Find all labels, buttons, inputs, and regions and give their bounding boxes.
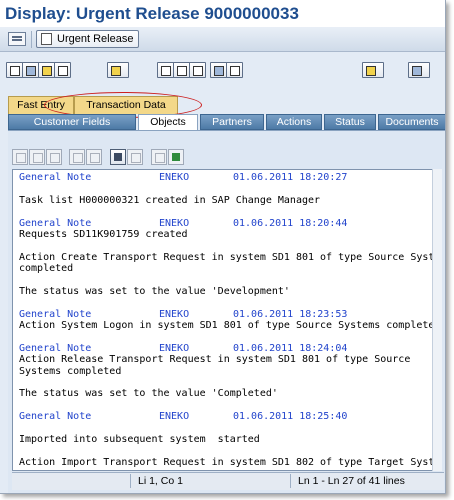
title-bar: Display: Urgent Release 9000000033 [0, 0, 445, 27]
tab-actions[interactable]: Actions [266, 114, 322, 130]
tab-documents[interactable]: Documents [378, 114, 445, 130]
note-type: General Note [19, 308, 92, 320]
log-line: Action Import Transport Request in syste… [19, 456, 440, 468]
note-user: ENEKO [159, 172, 190, 183]
find-icon[interactable] [110, 149, 126, 165]
note-datetime: 01.06.2011 18:20:44 [233, 217, 348, 229]
note-header: General Note ENEKO 01.06.2011 18:20:44 [19, 218, 435, 229]
sap-window: Display: Urgent Release 9000000033 Urgen… [0, 0, 446, 494]
note-header: General Note ENEKO 01.06.2011 18:20:27 [19, 172, 435, 183]
cut-icon[interactable] [12, 149, 28, 165]
follow-up-icon[interactable] [38, 62, 55, 78]
log-line: Task list H000000321 created in SAP Chan… [19, 194, 321, 206]
edit-icon[interactable] [157, 62, 174, 78]
paste-icon[interactable] [46, 149, 62, 165]
filter-icon[interactable] [173, 62, 190, 78]
document-icon [41, 33, 52, 45]
navigate-icon[interactable] [408, 62, 430, 78]
folder-icon[interactable] [362, 62, 384, 78]
note-type: General Note [19, 342, 92, 354]
log-line: Action Create Transport Request in syste… [19, 251, 440, 263]
urgent-release-button[interactable]: Urgent Release [36, 30, 140, 48]
toolbar-separator [31, 31, 32, 48]
vertical-scrollbar[interactable] [432, 169, 442, 471]
note-user: ENEKO [159, 411, 190, 423]
log-line: Imported into subsequent system started [19, 433, 260, 445]
export-icon[interactable] [168, 149, 184, 165]
copy-icon[interactable] [22, 62, 39, 78]
note-header: General Note ENEKO 01.06.2011 18:24:04 [19, 343, 435, 354]
notes-icon[interactable] [189, 62, 206, 78]
menu-icon[interactable] [8, 32, 26, 46]
log-line: The status was set to the value 'Develop… [19, 285, 290, 297]
note-type: General Note [19, 172, 92, 183]
line-range: Ln 1 - Ln 27 of 41 lines [298, 475, 405, 487]
import-icon[interactable] [151, 149, 167, 165]
status-separator [130, 474, 131, 488]
find-next-icon[interactable] [127, 149, 143, 165]
tab-strip: Customer Fields Objects Partners Actions… [8, 114, 445, 131]
log-line: Requests SD11K901759 created [19, 228, 188, 240]
icon-toolbar [0, 53, 445, 89]
delete-icon[interactable] [54, 62, 71, 78]
tab-objects[interactable]: Objects [138, 114, 198, 131]
urgent-release-label: Urgent Release [57, 33, 134, 45]
note-datetime: 01.06.2011 18:20:27 [233, 172, 348, 183]
objects-panel: General Note ENEKO 01.06.2011 18:20:27 Task… [8, 130, 445, 493]
status-separator [290, 474, 291, 488]
note-user: ENEKO [159, 217, 190, 229]
note-datetime: 01.06.2011 18:25:40 [233, 411, 348, 423]
note-type: General Note [19, 411, 92, 423]
redo-icon[interactable] [86, 149, 102, 165]
note-header: General Note ENEKO 01.06.2011 18:23:53 [19, 309, 435, 320]
cursor-position: Li 1, Co 1 [138, 475, 183, 487]
note-header: General Note ENEKO 01.06.2011 18:25:40 [19, 411, 435, 422]
tab-status[interactable]: Status [324, 114, 376, 130]
application-toolbar: Urgent Release [0, 27, 445, 52]
log-line: Action Release Transport Request in syst… [19, 354, 411, 366]
copy-text-icon[interactable] [29, 149, 45, 165]
print-icon[interactable] [107, 62, 129, 78]
log-line: completed [19, 263, 74, 275]
tab-partners[interactable]: Partners [200, 114, 264, 130]
note-user: ENEKO [159, 308, 190, 320]
status-bar: Li 1, Co 1 Ln 1 - Ln 27 of 41 lines [12, 472, 444, 490]
log-line: Systems completed [19, 365, 122, 377]
note-datetime: 01.06.2011 18:24:04 [233, 342, 348, 354]
note-user: ENEKO [159, 342, 190, 354]
note-datetime: 01.06.2011 18:23:53 [233, 308, 348, 320]
grid-icon[interactable] [210, 62, 227, 78]
notes-text-area[interactable]: General Note ENEKO 01.06.2011 18:20:27 Task… [12, 169, 440, 471]
undo-icon[interactable] [69, 149, 85, 165]
log-line: Action System Logon in system SD1 801 of… [19, 320, 440, 332]
new-document-icon[interactable] [6, 62, 23, 78]
log-line: The status was set to the value 'Complet… [19, 388, 278, 400]
details-icon[interactable] [226, 62, 243, 78]
tab-customer-fields[interactable]: Customer Fields [8, 114, 136, 130]
log-content: General Note ENEKO 01.06.2011 18:20:27 Task… [19, 172, 440, 468]
window-title: Display: Urgent Release 9000000033 [5, 4, 299, 23]
note-type: General Note [19, 217, 92, 229]
